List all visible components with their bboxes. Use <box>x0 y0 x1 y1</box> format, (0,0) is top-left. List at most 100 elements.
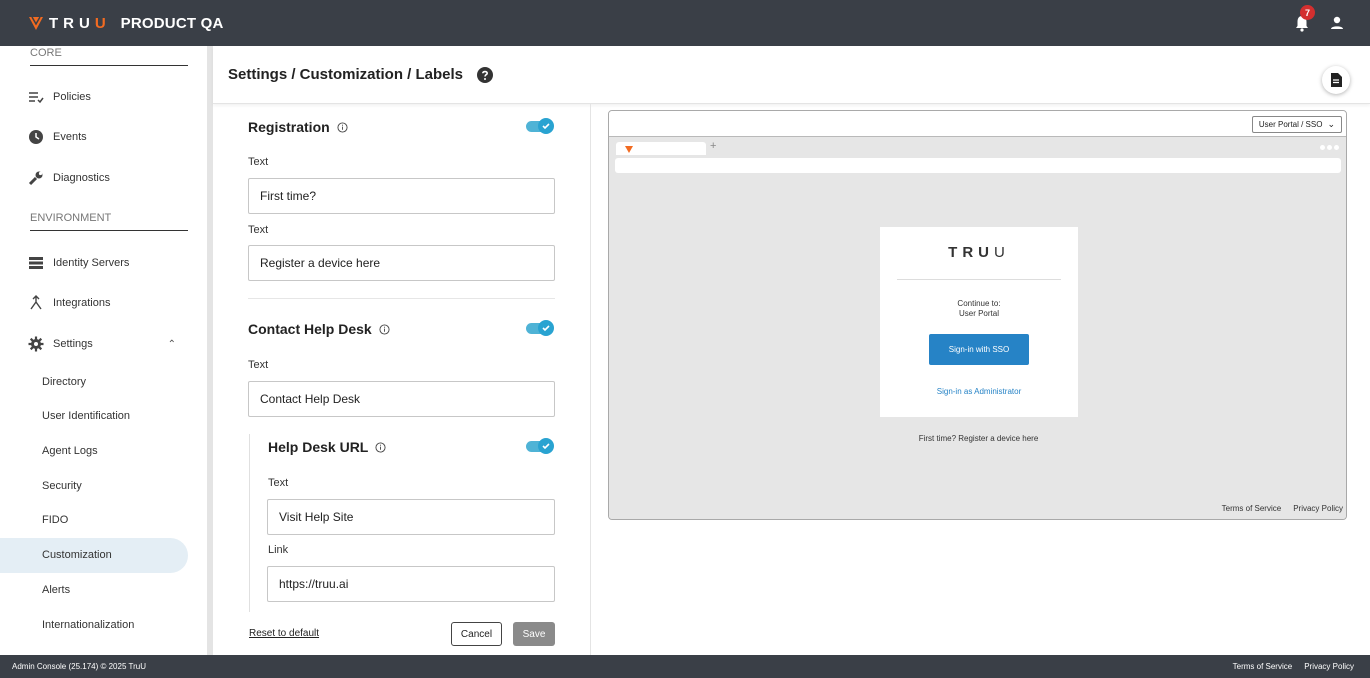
sidebar-item-label: Diagnostics <box>53 172 110 184</box>
sidebar-subitem-agent-logs[interactable]: Agent Logs <box>42 445 98 457</box>
card-divider <box>897 279 1061 280</box>
check-icon <box>542 325 550 332</box>
preview-address-bar <box>615 158 1341 173</box>
chevron-up-icon[interactable]: ⌃ <box>168 339 176 350</box>
help-desk-url-text-input[interactable]: Visit Help Site <box>267 499 555 535</box>
sidebar-subitem-alerts[interactable]: Alerts <box>42 584 70 596</box>
sidebar-subitem-user-identification[interactable]: User Identification <box>42 410 130 422</box>
sidebar: CORE Policies Events Diagnostics ENVIRON… <box>0 46 207 655</box>
preview-footer-links: Terms of Service Privacy Policy <box>1222 504 1343 513</box>
sidebar-subitem-customization[interactable]: Customization <box>42 549 112 561</box>
version-copyright: Admin Console (25.174) © 2025 TruU <box>12 662 146 671</box>
info-icon[interactable] <box>337 121 348 133</box>
section-label-core: CORE <box>30 47 62 59</box>
sidebar-item-policies[interactable]: Policies <box>28 87 91 107</box>
truu-logo[interactable]: TRUU <box>28 15 111 32</box>
sidebar-item-integrations[interactable]: Integrations <box>28 293 110 313</box>
gear-icon <box>28 336 44 352</box>
preview-toolbar: User Portal / SSO ⌄ <box>609 111 1346 137</box>
user-profile-icon[interactable] <box>1328 14 1346 32</box>
new-tab-icon: + <box>710 140 717 152</box>
nested-indent-line <box>249 434 250 612</box>
registration-toggle[interactable] <box>526 118 554 134</box>
terms-of-service-link[interactable]: Terms of Service <box>1233 662 1293 671</box>
sidebar-item-label: Settings <box>53 338 93 350</box>
sidebar-item-label: Identity Servers <box>53 257 130 269</box>
info-icon[interactable] <box>375 441 386 453</box>
registration-text2-label: Text <box>248 224 269 236</box>
sidebar-subitem-security[interactable]: Security <box>42 480 82 492</box>
document-icon <box>1331 73 1342 87</box>
sidebar-subitem-fido[interactable]: FIDO <box>42 514 68 526</box>
sidebar-item-events[interactable]: Events <box>28 127 87 147</box>
info-icon[interactable] <box>379 323 390 335</box>
clock-icon <box>28 129 44 145</box>
sidebar-item-diagnostics[interactable]: Diagnostics <box>28 168 110 188</box>
check-icon <box>542 123 550 130</box>
preview-privacy-link: Privacy Policy <box>1293 504 1343 513</box>
preview-browser-tab <box>616 142 706 155</box>
check-icon <box>542 443 550 450</box>
registration-text2-input[interactable]: Register a device here <box>248 245 555 281</box>
contact-help-desk-toggle[interactable] <box>526 320 554 336</box>
preview-admin-link: Sign-in as Administrator <box>936 387 1022 396</box>
chevron-down-icon: ⌄ <box>1327 119 1335 129</box>
reset-to-default-link[interactable]: Reset to default <box>249 628 319 639</box>
registration-text1-label: Text <box>248 156 269 168</box>
preview-sso-button: Sign-in with SSO <box>929 334 1029 365</box>
login-preview: User Portal / SSO ⌄ + TRUU Continue to: … <box>608 110 1347 520</box>
registration-section-title: Registration <box>248 119 348 135</box>
server-list-icon <box>28 255 44 271</box>
notifications-button[interactable]: 7 <box>1292 5 1315 33</box>
breadcrumb: Settings / Customization / Labels <box>228 66 464 83</box>
section-divider <box>30 230 188 231</box>
sidebar-item-label: Integrations <box>53 297 111 309</box>
section-divider <box>248 298 555 299</box>
browser-menu-icon <box>1320 145 1339 150</box>
app-title: PRODUCT QA <box>120 14 224 32</box>
help-desk-url-link-label: Link <box>268 544 289 556</box>
sidebar-item-settings[interactable]: Settings ⌃ <box>28 334 176 354</box>
save-button[interactable]: Save <box>513 622 555 646</box>
preview-truu-logo: TRUU <box>948 244 1010 261</box>
help-desk-url-toggle[interactable] <box>526 438 554 454</box>
wrench-icon <box>28 170 44 186</box>
preview-first-time-text: First time? Register a device here <box>918 434 1039 443</box>
help-desk-url-text-label: Text <box>268 477 289 489</box>
section-title-text: Help Desk URL <box>268 439 369 455</box>
sidebar-item-label: Policies <box>53 91 91 103</box>
privacy-policy-link[interactable]: Privacy Policy <box>1304 662 1354 671</box>
merge-icon <box>28 295 44 311</box>
page-footer: Admin Console (25.174) © 2025 TruU Terms… <box>0 655 1370 678</box>
section-divider <box>30 65 188 66</box>
preview-continue-text: Continue to: User Portal <box>957 299 1001 318</box>
sidebar-subitem-internationalization[interactable]: Internationalization <box>42 619 134 631</box>
truu-logo-icon <box>29 16 43 30</box>
sidebar-item-label: Events <box>53 131 87 143</box>
help-desk-url-section-title: Help Desk URL <box>268 439 386 455</box>
truu-favicon-icon <box>625 146 633 153</box>
section-label-environment: ENVIRONMENT <box>30 212 112 224</box>
preview-login-card: TRUU Continue to: User Portal Sign-in wi… <box>880 227 1078 417</box>
section-title-text: Registration <box>248 119 330 135</box>
top-bar: TRUU PRODUCT QA 7 <box>0 0 1370 46</box>
help-desk-url-link-input[interactable]: https://truu.ai <box>267 566 555 602</box>
logo-text: TRUU <box>49 14 111 32</box>
page-header: Settings / Customization / Labels <box>213 46 1370 104</box>
preview-page-select[interactable]: User Portal / SSO ⌄ <box>1251 116 1342 133</box>
notification-count-badge: 7 <box>1300 5 1315 20</box>
preview-page-body: TRUU Continue to: User Portal Sign-in wi… <box>609 175 1346 519</box>
contact-help-desk-section-title: Contact Help Desk <box>248 321 390 337</box>
preview-select-value: User Portal / SSO <box>1258 120 1323 129</box>
contact-help-desk-text-input[interactable]: Contact Help Desk <box>248 381 555 417</box>
labels-form: Registration Text First time? Text Regis… <box>213 104 591 655</box>
main-content: Settings / Customization / Labels Regist… <box>213 46 1370 655</box>
registration-text1-input[interactable]: First time? <box>248 178 555 214</box>
document-button[interactable] <box>1322 66 1350 94</box>
cancel-button[interactable]: Cancel <box>451 622 502 646</box>
policies-icon <box>28 89 44 105</box>
sidebar-subitem-directory[interactable]: Directory <box>42 376 86 388</box>
help-icon[interactable] <box>477 66 494 83</box>
section-title-text: Contact Help Desk <box>248 321 372 337</box>
sidebar-item-identity-servers[interactable]: Identity Servers <box>28 253 129 273</box>
